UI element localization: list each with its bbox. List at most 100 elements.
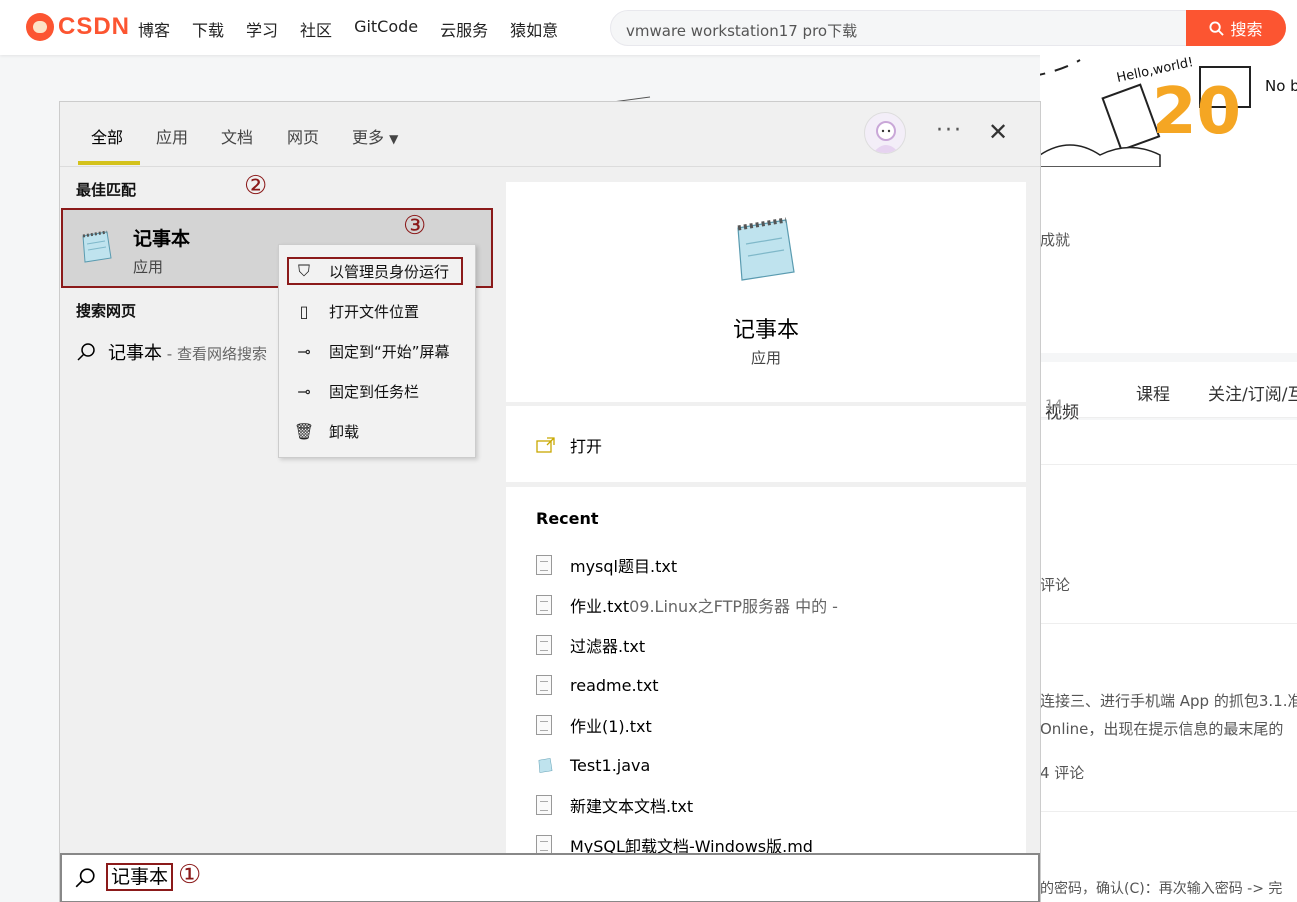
article-snippet-1: 连接三、进行手机端 App 的抓包3.1.准 — [1040, 692, 1297, 710]
notepad-icon — [82, 230, 112, 263]
nav-community[interactable]: 社区 — [300, 17, 332, 41]
recent-item[interactable]: 作业(1).txt — [536, 713, 652, 737]
menu-pin-to-taskbar[interactable]: ⊸ 固定到任务栏 — [279, 373, 475, 409]
tab-follow[interactable]: 关注/订阅/互 — [1208, 380, 1297, 405]
chevron-down-icon: ▼ — [389, 132, 399, 146]
context-menu: ⛉ 以管理员身份运行 ▯ 打开文件位置 ⊸ 固定到“开始”屏幕 ⊸ 固定到任务栏… — [278, 244, 476, 458]
recent-heading: Recent — [536, 509, 599, 528]
web-search-hint: - 查看网络搜索 — [162, 345, 267, 363]
nav-yuanruyi[interactable]: 猿如意 — [510, 17, 558, 41]
csdn-logo-icon — [26, 13, 54, 41]
open-icon — [536, 437, 555, 453]
app-detail-subtitle: 应用 — [750, 349, 781, 367]
recent-item[interactable]: 过滤器.txt — [536, 633, 645, 657]
menu-pin-to-start[interactable]: ⊸ 固定到“开始”屏幕 — [279, 333, 475, 369]
banner-nob-text: No b — [1265, 77, 1297, 95]
search-query-text: 记事本 — [106, 863, 174, 891]
tab-course[interactable]: 课程 — [1136, 380, 1170, 405]
nav-blog[interactable]: 博客 — [138, 17, 170, 41]
csdn-search-input[interactable]: vmware workstation17 pro下载 搜索 — [610, 10, 1286, 46]
best-match-subtitle: 应用 — [133, 258, 164, 276]
nav-cloud[interactable]: 云服务 — [440, 17, 488, 41]
csdn-nav: 博客 下载 学习 社区 GitCode 云服务 猿如意 — [138, 17, 580, 41]
close-icon[interactable]: ✕ — [988, 118, 1008, 146]
avatar[interactable] — [864, 112, 906, 154]
annotation-step-1: ① — [178, 860, 202, 890]
start-search-box[interactable]: 记事本 ① — [60, 853, 1040, 902]
web-search-result[interactable]: 记事本 - 查看网络搜索 — [76, 339, 267, 365]
recent-item[interactable]: mysql题目.txt — [536, 553, 677, 577]
tab-all[interactable]: 全部 — [91, 124, 123, 148]
text-file-icon — [536, 675, 552, 695]
csdn-search-button-label: 搜索 — [1230, 20, 1263, 39]
nav-download[interactable]: 下载 — [192, 17, 224, 41]
tab-apps[interactable]: 应用 — [156, 124, 188, 148]
profile-card: 成就 — [1040, 167, 1297, 353]
annotation-step-3: ③ — [403, 211, 427, 241]
text-file-icon — [536, 595, 552, 615]
text-file-icon — [536, 635, 552, 655]
profile-tabs: 视频 14 课程 关注/订阅/互 — [1040, 362, 1297, 423]
article-snippet-2: Online，出现在提示信息的最末尾的 — [1040, 720, 1284, 738]
tab-documents[interactable]: 文档 — [221, 124, 253, 148]
tab-web[interactable]: 网页 — [287, 124, 319, 148]
folder-icon: ▯ — [299, 301, 309, 321]
open-action-card: 打开 — [506, 406, 1026, 482]
text-file-icon — [536, 795, 552, 815]
csdn-header: CSDN 博客 下载 学习 社区 GitCode 云服务 猿如意 vmware … — [0, 0, 1297, 55]
notepad-icon — [737, 217, 795, 281]
nav-gitcode[interactable]: GitCode — [354, 17, 418, 41]
text-file-icon — [536, 835, 552, 855]
menu-label: 以管理员身份运行 — [329, 262, 450, 281]
app-detail-title: 记事本 — [732, 318, 799, 343]
text-file-icon — [536, 555, 552, 575]
best-match-title: 记事本 — [133, 228, 191, 250]
active-tab-indicator — [78, 161, 140, 165]
trash-icon: 🗑 — [293, 421, 315, 441]
open-label: 打开 — [570, 437, 603, 456]
recent-card: Recent mysql题目.txt 作业.txt 09.Linux之FTP服务器… — [506, 487, 1026, 902]
shield-icon: ⛉ — [297, 261, 310, 280]
article-snippet-3: 的密码，确认(C)：再次输入密码 -> 完 — [1040, 881, 1283, 897]
recent-item[interactable]: 作业.txt 09.Linux之FTP服务器 中的 - — [536, 593, 838, 617]
search-filter-tabs: 全部 应用 文档 网页 更多 ▼ ··· ✕ — [60, 102, 1040, 167]
csdn-search-button[interactable]: 搜索 — [1186, 10, 1286, 46]
csdn-logo-text: CSDN — [58, 13, 131, 40]
menu-label: 卸载 — [329, 422, 360, 441]
menu-open-file-location[interactable]: ▯ 打开文件位置 — [279, 293, 475, 329]
menu-label: 固定到“开始”屏幕 — [329, 342, 450, 361]
csdn-logo[interactable]: CSDN — [26, 13, 130, 41]
windows-search-panel: 全部 应用 文档 网页 更多 ▼ ··· ✕ 最佳匹配 ② 记事本 应用 ③ 搜… — [59, 101, 1041, 902]
web-search-query: 记事本 — [108, 343, 162, 364]
menu-uninstall[interactable]: 🗑 卸载 — [279, 413, 475, 449]
csdn-search-placeholder: vmware workstation17 pro下载 — [626, 22, 858, 40]
best-match-heading: 最佳匹配 — [76, 181, 137, 199]
more-options-icon[interactable]: ··· — [936, 118, 963, 143]
search-icon — [75, 868, 95, 888]
open-button[interactable]: 打开 — [536, 433, 602, 457]
app-detail-card: 记事本 应用 — [506, 182, 1026, 402]
annotation-step-2: ② — [244, 171, 268, 201]
avatar-illustration — [873, 121, 899, 153]
search-icon — [77, 343, 95, 361]
recent-item[interactable]: Test1.java — [536, 753, 650, 777]
search-icon — [1209, 20, 1225, 36]
article-list: 评论 连接三、进行手机端 App 的抓包3.1.准 Online，出现在提示信息… — [1040, 420, 1297, 902]
article-comments-1: 评论 — [1040, 576, 1071, 594]
menu-label: 固定到任务栏 — [329, 382, 420, 401]
text-file-icon — [536, 715, 552, 735]
pin-icon: ⊸ — [297, 381, 311, 401]
tab-more[interactable]: 更多 ▼ — [352, 124, 398, 148]
profile-banner: 20 Hello,world! No b — [1040, 55, 1297, 167]
svg-text:20: 20 — [1152, 75, 1241, 149]
menu-label: 打开文件位置 — [329, 302, 420, 321]
nav-learn[interactable]: 学习 — [246, 17, 278, 41]
menu-run-as-admin[interactable]: ⛉ 以管理员身份运行 — [279, 253, 475, 289]
web-search-heading: 搜索网页 — [76, 302, 137, 320]
recent-item[interactable]: 新建文本文档.txt — [536, 793, 693, 817]
notepad-icon — [538, 758, 553, 773]
recent-item[interactable]: readme.txt — [536, 673, 659, 697]
detail-pane: 记事本 应用 打开 Recent mysql题目.txt 作业.txt 09.Li… — [506, 182, 1026, 902]
pin-icon: ⊸ — [297, 341, 311, 361]
achievement-label: 成就 — [1040, 231, 1071, 249]
